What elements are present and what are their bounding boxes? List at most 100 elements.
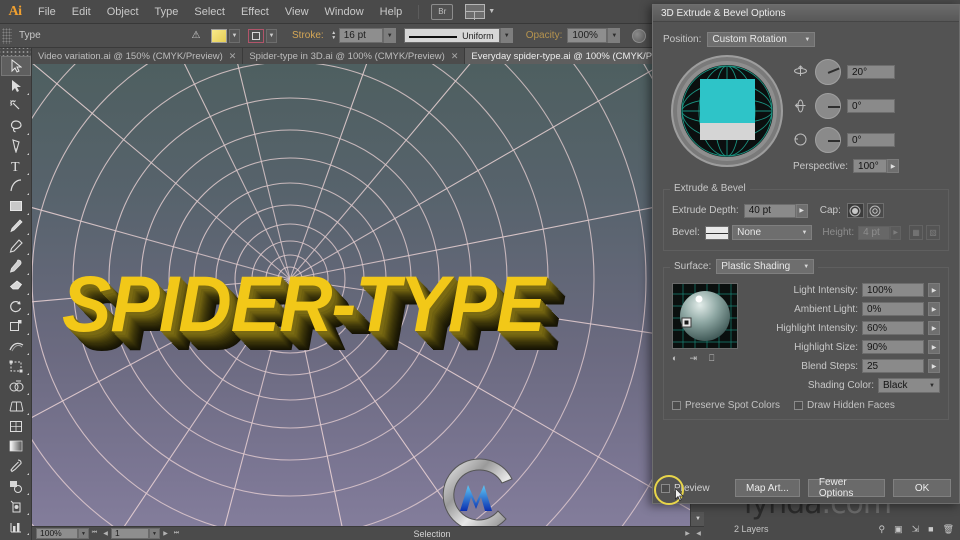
- artboard-chevron-down-icon[interactable]: ▼: [149, 528, 160, 539]
- close-icon[interactable]: ✕: [229, 51, 237, 62]
- opacity-mask-icon[interactable]: [632, 28, 647, 43]
- fill-chevron-down-icon[interactable]: ▼: [229, 28, 240, 43]
- menu-effect[interactable]: Effect: [233, 0, 277, 24]
- column-graph-tool[interactable]: [1, 516, 31, 536]
- highlight-size-input[interactable]: 90%: [862, 340, 924, 354]
- chevron-down-icon[interactable]: ▼: [488, 8, 495, 15]
- draw-hidden-faces-checkbox[interactable]: [794, 401, 804, 410]
- menu-file[interactable]: File: [30, 0, 64, 24]
- menu-view[interactable]: View: [277, 0, 317, 24]
- lighting-sphere-preview[interactable]: [672, 283, 738, 349]
- stroke-weight-stepper[interactable]: ▲ ▼: [329, 28, 339, 43]
- cap-solid-button[interactable]: [846, 203, 864, 218]
- free-transform-tool[interactable]: [1, 356, 31, 376]
- fill-swatch[interactable]: [211, 28, 227, 43]
- menu-type[interactable]: Type: [147, 0, 187, 24]
- rectangle-tool[interactable]: [1, 196, 31, 216]
- shading-color-dropdown[interactable]: Black ▼: [878, 378, 940, 393]
- extrude-depth-input[interactable]: 40 pt: [743, 203, 796, 218]
- new-layer-icon[interactable]: ■: [928, 524, 933, 535]
- scale-tool[interactable]: [1, 316, 31, 336]
- rotate-tool[interactable]: [1, 296, 31, 316]
- tools-panel-grip[interactable]: [0, 48, 31, 56]
- artboard[interactable]: SPIDER-TYPE: [32, 64, 704, 526]
- highlight-intensity-input[interactable]: 60%: [862, 321, 924, 335]
- eyedropper-tool[interactable]: [1, 456, 31, 476]
- stroke-weight-input[interactable]: 16 pt: [338, 28, 383, 43]
- blend-tool[interactable]: [1, 476, 31, 496]
- blend-steps-input[interactable]: 25: [862, 359, 924, 373]
- menu-window[interactable]: Window: [317, 0, 372, 24]
- position-preview-widget[interactable]: [671, 55, 783, 167]
- move-light-back-icon[interactable]: ◐: [672, 353, 677, 364]
- pencil-tool[interactable]: [1, 236, 31, 256]
- bevel-dropdown[interactable]: None ▼: [732, 225, 813, 240]
- mesh-tool[interactable]: [1, 416, 31, 436]
- preview-checkbox[interactable]: [661, 483, 670, 493]
- artboard-tool[interactable]: [1, 536, 31, 540]
- highlight-size-stepper[interactable]: ▶: [928, 340, 940, 354]
- ok-button[interactable]: OK: [893, 479, 951, 497]
- position-dropdown[interactable]: Custom Rotation ▼: [707, 32, 816, 47]
- canvas-area[interactable]: SPIDER-TYPE: [32, 64, 704, 526]
- menu-object[interactable]: Object: [99, 0, 147, 24]
- blob-brush-tool[interactable]: [1, 256, 31, 276]
- ambient-light-input[interactable]: 0%: [862, 302, 924, 316]
- stroke-chevron-down-icon[interactable]: ▼: [266, 28, 277, 43]
- eraser-tool[interactable]: [1, 276, 31, 296]
- opacity-chevron-down-icon[interactable]: ▼: [607, 28, 621, 43]
- gradient-tool[interactable]: [1, 436, 31, 456]
- menu-select[interactable]: Select: [186, 0, 233, 24]
- locate-object-icon[interactable]: ⚲: [878, 524, 885, 535]
- shape-builder-tool[interactable]: [1, 376, 31, 396]
- preserve-spot-colors-checkbox[interactable]: [672, 401, 681, 410]
- status-collapse-icon[interactable]: ◀: [693, 528, 704, 539]
- symbol-sprayer-tool[interactable]: [1, 496, 31, 516]
- control-bar-grip[interactable]: [2, 27, 12, 44]
- type-tool[interactable]: T: [1, 156, 31, 176]
- rotate-x-input[interactable]: 20°: [847, 65, 895, 79]
- paintbrush-tool[interactable]: [1, 216, 31, 236]
- highlight-intensity-stepper[interactable]: ▶: [928, 321, 940, 335]
- previous-artboard-icon[interactable]: ◀: [100, 528, 111, 539]
- rotate-z-dial[interactable]: [815, 127, 841, 153]
- delete-light-icon[interactable]: ⎕: [709, 353, 714, 364]
- make-mask-icon[interactable]: ▣: [894, 524, 903, 535]
- light-intensity-input[interactable]: 100%: [862, 283, 924, 297]
- cap-hollow-button[interactable]: [866, 203, 884, 218]
- perspective-grid-tool[interactable]: [1, 396, 31, 416]
- rotate-x-dial[interactable]: [815, 59, 841, 85]
- pen-tool[interactable]: [1, 136, 31, 156]
- perspective-input[interactable]: 100°: [853, 159, 888, 173]
- tab-spider-type-in-3d[interactable]: Spider-type in 3D.ai @ 100% (CMYK/Previe…: [243, 48, 466, 64]
- scroll-down-icon[interactable]: ▼: [691, 512, 705, 526]
- width-tool[interactable]: [1, 336, 31, 356]
- selection-tool[interactable]: [1, 56, 31, 76]
- blend-steps-stepper[interactable]: ▶: [928, 359, 940, 373]
- fewer-options-button[interactable]: Fewer Options: [807, 477, 886, 499]
- zoom-level-input[interactable]: 100%: [36, 528, 78, 539]
- rotate-y-input[interactable]: 0°: [847, 99, 895, 113]
- last-artboard-icon[interactable]: ⏭: [171, 528, 182, 539]
- light-intensity-stepper[interactable]: ▶: [928, 283, 940, 297]
- bridge-icon[interactable]: Br: [431, 3, 454, 20]
- direct-selection-tool[interactable]: [1, 76, 31, 96]
- rotate-y-dial[interactable]: [815, 93, 841, 119]
- tab-video-variation[interactable]: Video variation.ai @ 150% (CMYK/Preview)…: [32, 48, 244, 64]
- perspective-stepper[interactable]: ▶: [887, 159, 900, 173]
- first-artboard-icon[interactable]: ⏮: [89, 528, 100, 539]
- artwork-3d-text[interactable]: SPIDER-TYPE: [62, 259, 545, 349]
- zoom-chevron-down-icon[interactable]: ▼: [78, 528, 89, 539]
- menu-help[interactable]: Help: [372, 0, 411, 24]
- new-sublayer-icon[interactable]: ⇲: [912, 524, 920, 535]
- map-art-button[interactable]: Map Art...: [735, 479, 800, 497]
- stroke-profile-chevron-down-icon[interactable]: ▼: [499, 28, 513, 43]
- rotate-z-input[interactable]: 0°: [847, 133, 895, 147]
- arrange-documents-icon[interactable]: [465, 4, 486, 20]
- opacity-input[interactable]: 100%: [567, 28, 608, 43]
- ambient-light-stepper[interactable]: ▶: [928, 302, 940, 316]
- next-artboard-icon[interactable]: ▶: [160, 528, 171, 539]
- surface-dropdown[interactable]: Plastic Shading ▼: [716, 259, 815, 274]
- menu-edit[interactable]: Edit: [64, 0, 99, 24]
- status-menu-icon[interactable]: ▶: [682, 528, 693, 539]
